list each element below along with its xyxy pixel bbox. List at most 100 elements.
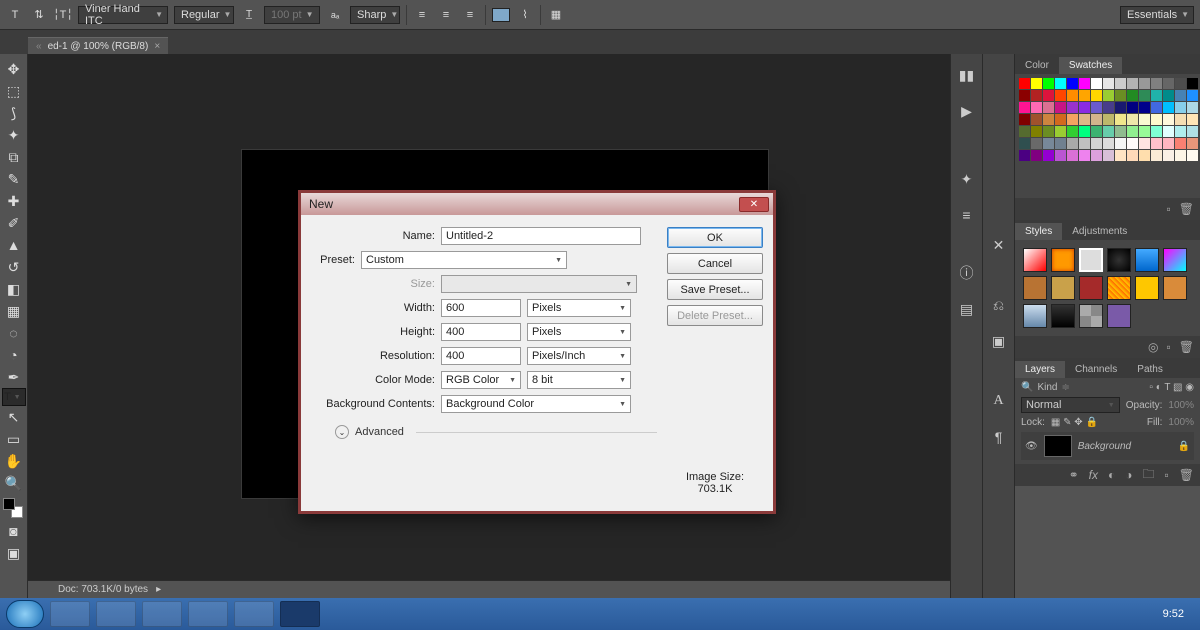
navigator-icon[interactable]: ✦ — [955, 168, 979, 190]
swatch[interactable] — [1127, 150, 1138, 161]
history-brush-tool[interactable]: ↺ — [2, 256, 26, 278]
properties-icon[interactable]: ▤ — [955, 298, 979, 320]
swatch[interactable] — [1151, 78, 1162, 89]
crop-tool[interactable]: ⧉ — [2, 146, 26, 168]
taskbar-app[interactable] — [96, 601, 136, 627]
tab-styles[interactable]: Styles — [1015, 223, 1062, 240]
swatch[interactable] — [1175, 150, 1186, 161]
swatch[interactable] — [1091, 150, 1102, 161]
group-icon[interactable]: 🗀 — [1142, 465, 1154, 486]
swatch[interactable] — [1103, 126, 1114, 137]
swatch[interactable] — [1055, 102, 1066, 113]
swatch[interactable] — [1127, 138, 1138, 149]
swatch[interactable] — [1187, 114, 1198, 125]
swatch[interactable] — [1055, 114, 1066, 125]
layer-row[interactable]: 👁 Background 🔒 — [1021, 432, 1194, 460]
info-icon[interactable]: ⓘ — [955, 262, 979, 284]
swatch[interactable] — [1187, 150, 1198, 161]
swatch[interactable] — [1163, 150, 1174, 161]
swatch[interactable] — [1151, 138, 1162, 149]
swatch[interactable] — [1091, 78, 1102, 89]
paragraph-icon[interactable]: ¶ — [987, 426, 1011, 448]
height-input[interactable] — [441, 323, 521, 341]
screen-mode-toggle[interactable]: ▣ — [2, 542, 26, 564]
swatch[interactable] — [1151, 90, 1162, 101]
document-tab[interactable]: « ed-1 @ 100% (RGB/8) × — [28, 37, 168, 54]
swatch[interactable] — [1031, 102, 1042, 113]
new-swatch-icon[interactable]: ▫ — [1167, 202, 1171, 216]
lasso-tool[interactable]: ⟆ — [2, 102, 26, 124]
swatch[interactable] — [1067, 138, 1078, 149]
swatch[interactable] — [1127, 102, 1138, 113]
color-swatches[interactable] — [3, 498, 25, 520]
swatch[interactable] — [1139, 138, 1150, 149]
swatch[interactable] — [1079, 102, 1090, 113]
swatch[interactable] — [1115, 126, 1126, 137]
status-arrow-icon[interactable]: ▸ — [156, 584, 161, 595]
resolution-input[interactable] — [441, 347, 521, 365]
layer-mask-icon[interactable]: ◐ — [1108, 468, 1115, 482]
swatch[interactable] — [1163, 102, 1174, 113]
swatch[interactable] — [1103, 150, 1114, 161]
orientation-icon[interactable]: ⇅ — [30, 6, 48, 24]
history-icon[interactable]: ▮▮ — [955, 64, 979, 86]
swatch[interactable] — [1175, 126, 1186, 137]
vertical-type-icon[interactable]: ╎T╎ — [54, 6, 72, 24]
swatch[interactable] — [1019, 150, 1030, 161]
swatch[interactable] — [1079, 114, 1090, 125]
swatch[interactable] — [1091, 126, 1102, 137]
swatch[interactable] — [1175, 102, 1186, 113]
swatch[interactable] — [1151, 150, 1162, 161]
panels-toggle-icon[interactable]: ▦ — [547, 6, 565, 24]
close-tab-icon[interactable]: × — [154, 41, 160, 52]
align-center-icon[interactable]: ≡ — [437, 6, 455, 24]
swatch[interactable] — [1103, 102, 1114, 113]
swatch[interactable] — [1067, 102, 1078, 113]
marquee-tool[interactable]: ⬚ — [2, 80, 26, 102]
swatch[interactable] — [1187, 78, 1198, 89]
swatch[interactable] — [1103, 90, 1114, 101]
swatch[interactable] — [1139, 102, 1150, 113]
style-options-icon[interactable]: ◎ — [1148, 340, 1158, 354]
adjustment-layer-icon[interactable]: ◑ — [1125, 468, 1132, 482]
taskbar-app[interactable] — [234, 601, 274, 627]
swatch[interactable] — [1127, 78, 1138, 89]
swatch[interactable] — [1163, 90, 1174, 101]
tab-paths[interactable]: Paths — [1127, 361, 1173, 378]
swatch[interactable] — [1055, 138, 1066, 149]
swatch[interactable] — [1127, 126, 1138, 137]
styles-grid[interactable] — [1019, 244, 1196, 332]
clone-source-icon[interactable]: ▣ — [987, 330, 1011, 352]
swatch[interactable] — [1079, 78, 1090, 89]
swatch[interactable] — [1079, 126, 1090, 137]
new-layer-icon[interactable]: ▫ — [1165, 468, 1169, 482]
eraser-tool[interactable]: ◧ — [2, 278, 26, 300]
new-style-icon[interactable]: ▫ — [1167, 340, 1171, 354]
swatch[interactable] — [1163, 114, 1174, 125]
swatch[interactable] — [1031, 150, 1042, 161]
swatch[interactable] — [1031, 126, 1042, 137]
blur-tool[interactable]: ◌ — [2, 322, 26, 344]
swatch[interactable] — [1127, 114, 1138, 125]
antialias-select[interactable]: Sharp▼ — [350, 6, 400, 24]
swatch[interactable] — [1043, 126, 1054, 137]
swatch[interactable] — [1043, 114, 1054, 125]
brush-tool[interactable]: ✐ — [2, 212, 26, 234]
advanced-toggle[interactable]: ⌄ Advanced — [311, 419, 657, 439]
swatch[interactable] — [1031, 90, 1042, 101]
swatch[interactable] — [1031, 78, 1042, 89]
background-select[interactable]: Background Color — [441, 395, 631, 413]
cancel-button[interactable]: Cancel — [667, 253, 763, 274]
brush-presets-icon[interactable]: ⎌ — [987, 294, 1011, 316]
swatch[interactable] — [1019, 138, 1030, 149]
swatch[interactable] — [1139, 90, 1150, 101]
clone-stamp-tool[interactable]: ▲ — [2, 234, 26, 256]
swatch[interactable] — [1067, 90, 1078, 101]
swatch[interactable] — [1115, 90, 1126, 101]
swatch[interactable] — [1043, 90, 1054, 101]
path-select-tool[interactable]: ↖ — [2, 406, 26, 428]
swatch[interactable] — [1151, 126, 1162, 137]
dodge-tool[interactable]: ◔ — [2, 344, 26, 366]
width-input[interactable] — [441, 299, 521, 317]
swatch[interactable] — [1067, 114, 1078, 125]
